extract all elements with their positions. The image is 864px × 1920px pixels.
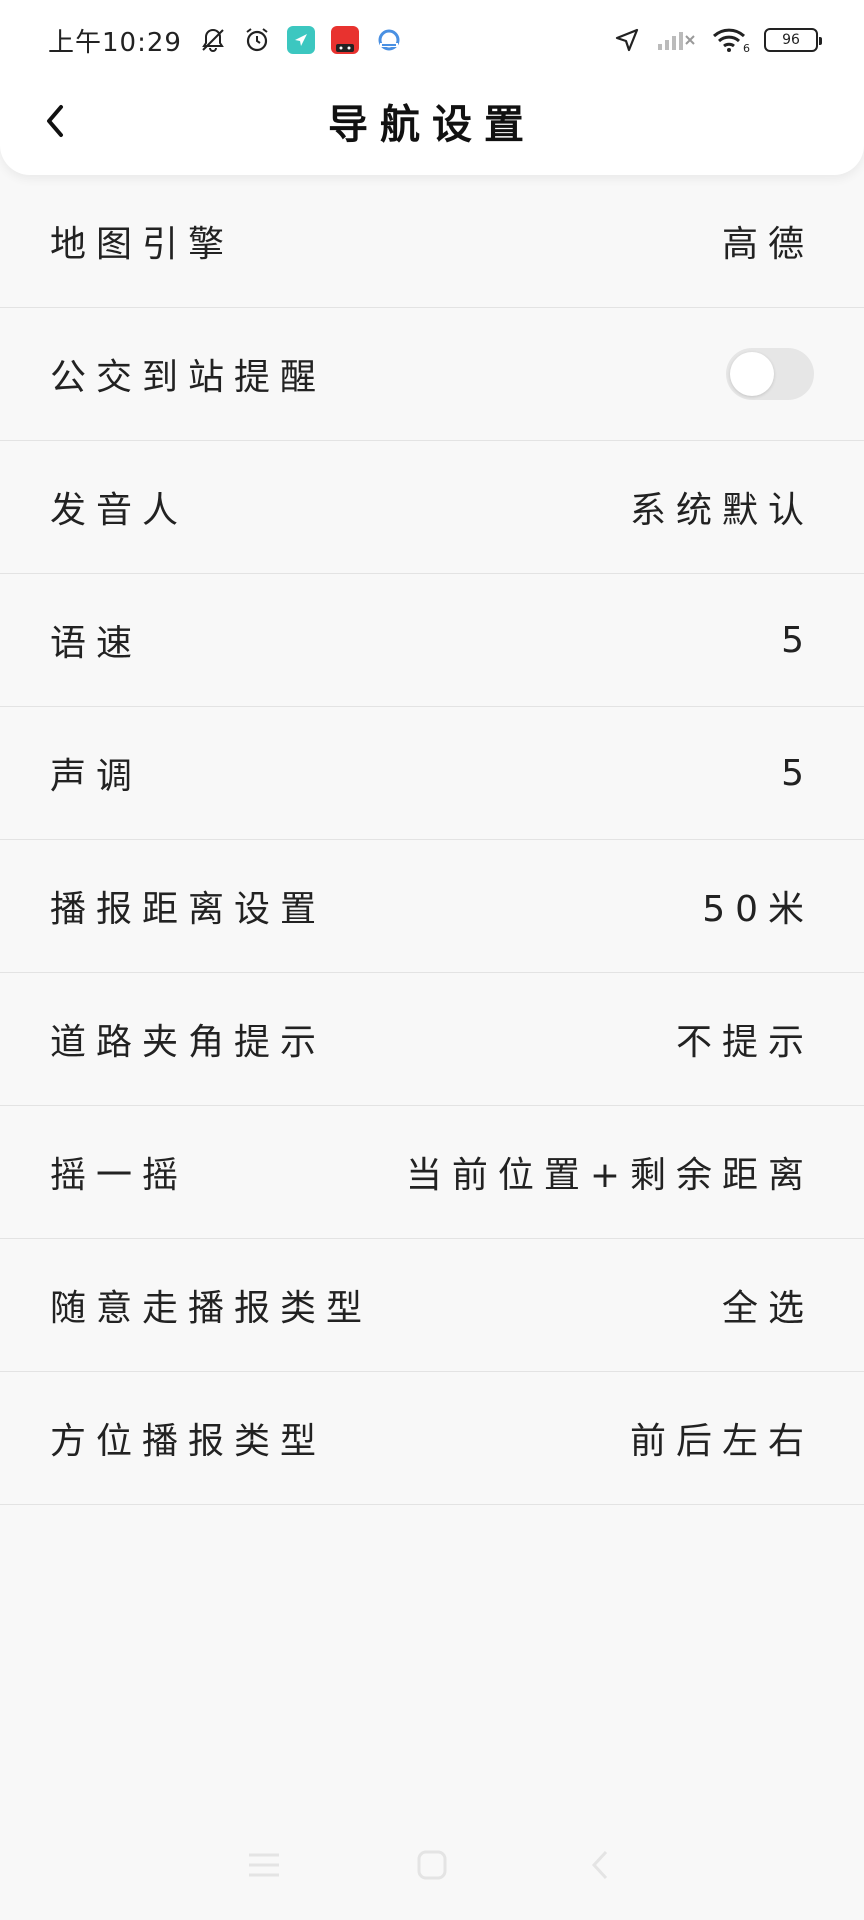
setting-label: 声调 [50, 756, 143, 797]
toggle-knob [730, 352, 774, 396]
status-left: 上午10:29 [48, 22, 404, 59]
setting-label: 摇一摇 [50, 1155, 189, 1196]
setting-speech-rate[interactable]: 语速 5 [0, 574, 864, 707]
setting-label: 发音人 [50, 490, 189, 531]
setting-value: 5 [781, 619, 814, 661]
location-app-icon [286, 25, 316, 55]
setting-road-angle-hint[interactable]: 道路夹角提示 不提示 [0, 973, 864, 1106]
setting-value: 高德 [721, 224, 814, 265]
settings-list: 地图引擎 高德 公交到站提醒 发音人 系统默认 语速 5 声调 5 播报距离设置… [0, 175, 864, 1505]
setting-voice[interactable]: 发音人 系统默认 [0, 441, 864, 574]
status-right: 6 96 [612, 25, 822, 55]
setting-pitch[interactable]: 声调 5 [0, 707, 864, 840]
browser-app-icon [374, 25, 404, 55]
home-icon [417, 1850, 447, 1880]
setting-value: 前后左右 [629, 1421, 814, 1462]
menu-nav-button[interactable] [239, 1840, 289, 1890]
setting-label: 随意走播报类型 [50, 1288, 373, 1329]
setting-shake[interactable]: 摇一摇 当前位置+剩余距离 [0, 1106, 864, 1239]
status-bar: 上午10:29 6 96 [0, 0, 864, 80]
menu-icon [249, 1853, 279, 1877]
setting-value: 全选 [721, 1288, 814, 1329]
status-time: 上午10:29 [48, 27, 182, 58]
page-title: 导航设置 [328, 102, 536, 148]
setting-value: 5 [781, 752, 814, 794]
battery-level: 96 [782, 32, 800, 48]
setting-map-engine[interactable]: 地图引擎 高德 [0, 175, 864, 308]
setting-value: 不提示 [675, 1022, 814, 1063]
setting-label: 地图引擎 [50, 224, 235, 265]
battery-indicator: 96 [764, 28, 822, 52]
setting-label: 语速 [50, 623, 143, 664]
location-arrow-icon [612, 25, 642, 55]
system-nav-bar [0, 1810, 864, 1920]
back-triangle-icon [591, 1850, 608, 1880]
home-nav-button[interactable] [407, 1840, 457, 1890]
setting-label: 公交到站提醒 [50, 357, 327, 398]
setting-announce-distance[interactable]: 播报距离设置 50米 [0, 840, 864, 973]
setting-label: 道路夹角提示 [50, 1022, 327, 1063]
setting-value: 系统默认 [629, 490, 814, 531]
shopping-app-icon [330, 25, 360, 55]
alarm-icon [242, 25, 272, 55]
setting-bus-arrival-reminder: 公交到站提醒 [0, 308, 864, 441]
setting-free-walk-announce-type[interactable]: 随意走播报类型 全选 [0, 1239, 864, 1372]
setting-value: 当前位置+剩余距离 [405, 1155, 814, 1196]
wifi-icon: 6 [710, 25, 750, 55]
setting-direction-announce-type[interactable]: 方位播报类型 前后左右 [0, 1372, 864, 1505]
signal-icon [656, 25, 696, 55]
setting-label: 播报距离设置 [50, 889, 327, 930]
notifications-off-icon [198, 25, 228, 55]
setting-label: 方位播报类型 [50, 1421, 327, 1462]
bus-arrival-toggle[interactable] [726, 348, 814, 400]
wifi-signal-label: 6 [743, 42, 750, 55]
setting-value: 50米 [702, 889, 814, 930]
back-nav-button[interactable] [575, 1840, 625, 1890]
